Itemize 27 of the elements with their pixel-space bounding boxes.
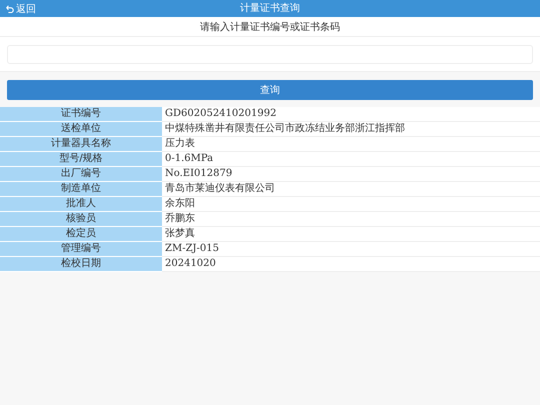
field-value: 乔鹏东 [164,212,196,226]
field-label: 送检单位 [0,122,162,137]
field-label: 管理编号 [0,242,162,257]
field-label: 检校日期 [0,257,162,272]
field-value: 中煤特殊凿井有限责任公司市政冻结业务部浙江指挥部 [164,122,406,136]
field-value: GD602052410201992 [164,107,278,121]
field-value: 0-1.6MPa [164,152,214,166]
prompt-text: 请输入计量证书编号或证书条码 [200,20,340,34]
field-label: 核验员 [0,212,162,227]
field-label: 批准人 [0,197,162,212]
field-value: ZM-ZJ-015 [164,242,220,256]
field-value: 张梦真 [164,227,196,241]
field-value: 20241020 [164,257,217,271]
query-button[interactable]: 查询 [7,80,533,100]
field-value: 压力表 [164,137,196,151]
field-label: 证书编号 [0,107,162,122]
back-button[interactable]: 返回 [0,2,36,16]
field-value: 青岛市莱迪仪表有限公司 [164,182,276,196]
field-label: 计量器具名称 [0,137,162,152]
field-label: 制造单位 [0,182,162,197]
page-title: 计量证书查询 [240,3,300,14]
field-label: 型号/规格 [0,152,162,167]
field-label: 检定员 [0,227,162,242]
field-value: No.EI012879 [164,167,234,181]
field-label: 出厂编号 [0,167,162,182]
field-value: 余东阳 [164,197,196,211]
back-arrow-icon [6,4,14,12]
